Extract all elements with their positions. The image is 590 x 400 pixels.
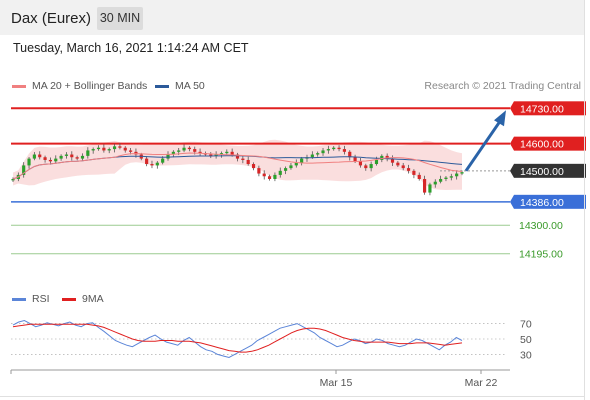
candle-body [145,158,149,165]
level-pointer-3 [510,194,514,209]
candle-body [225,151,229,154]
candle-body [161,158,165,163]
candle-body [267,176,272,179]
candle-body [241,158,245,160]
forecast-arrow-head [494,110,506,127]
candle-body [155,162,159,166]
level-label-4: 14300.00 [519,220,563,232]
candle-body [326,149,330,151]
candle-body [396,162,400,166]
candle-body [374,159,379,165]
candle-body [460,172,464,174]
level-label-1: 14600.00 [510,136,586,151]
candle-body [455,173,459,177]
level-text-0: 14730.00 [520,103,564,115]
candle-body [321,150,325,154]
candle-body [102,147,106,151]
candle-body [107,149,111,151]
panel-border-bottom [0,396,585,397]
candle-body [428,184,432,193]
candle-body [300,158,304,163]
level-label-2: 14500.00 [510,163,586,178]
candle-body [257,168,261,174]
candle-body [289,165,293,169]
level-pointer-1 [510,136,514,151]
candle-body [193,149,197,152]
candle-body [75,157,79,159]
candle-body [48,159,53,162]
candle-body [129,150,133,152]
candle [428,182,432,196]
candle-body [369,164,373,169]
level-text-4: 14300.00 [519,220,563,232]
candle-body [444,177,448,179]
candle-body [177,150,181,152]
candle-body [96,147,101,150]
rsi-tick-2: 30 [520,349,532,361]
x-tick-label-1: Mar 22 [465,377,498,389]
candle-body [284,168,288,171]
candle-body [38,154,42,158]
bollinger-band [13,139,462,190]
candle-body [353,157,357,162]
candle-body [118,146,122,148]
level-pointer-0 [510,101,514,116]
rsi-ma-line [12,323,463,353]
candle-body [278,170,282,175]
candle-body [11,178,15,181]
level-pointer-2 [510,163,514,178]
price-chart: 14730.00 14600.00 14500.00 14386.00 14300.00… [10,101,586,389]
candle-body [412,170,416,175]
candle-body [59,155,63,159]
candle-body [64,154,69,156]
candle-body [417,174,421,179]
candle-body [316,153,320,155]
candle-body [310,154,314,158]
candle-body [406,168,411,171]
level-text-5: 14195.00 [519,249,563,261]
candle-body [80,155,85,159]
candle-body [43,157,47,160]
forecast-arrow-shaft [464,120,502,172]
candle-body [262,173,266,177]
candle-body [187,147,191,150]
level-label-5: 14195.00 [519,249,563,261]
candle-body [123,147,127,151]
candle-body [70,154,74,158]
candle-body [230,151,234,155]
candle-body [439,178,443,182]
level-text-3: 14386.00 [520,197,564,209]
candle-body [86,150,90,156]
candle-body [401,165,405,169]
candle-body [27,158,31,166]
candle-body [364,165,368,169]
candle-body [433,181,437,185]
candle-body [112,146,117,150]
level-text-2: 14500.00 [520,166,564,178]
candle-body [342,149,346,152]
candle-body [422,178,427,193]
candle-body [337,147,341,150]
candle-body [32,154,36,159]
x-tick-label-0: Mar 15 [320,377,353,389]
level-text-1: 14600.00 [520,139,564,151]
candle-body [91,149,95,151]
panel-border-right [584,0,585,400]
candle-body [246,159,250,165]
candle-body [449,176,453,178]
level-label-0: 14730.00 [510,101,586,116]
rsi-tick-0: 70 [520,319,532,331]
candle-body [150,164,154,166]
candle-body [251,164,256,169]
candle-body [332,147,336,150]
candle-body [273,174,277,179]
candle-body [54,158,58,162]
candle-body [358,161,363,166]
level-label-3: 14386.00 [510,194,586,209]
rsi-tick-1: 50 [520,334,532,346]
candle-body [182,147,186,151]
